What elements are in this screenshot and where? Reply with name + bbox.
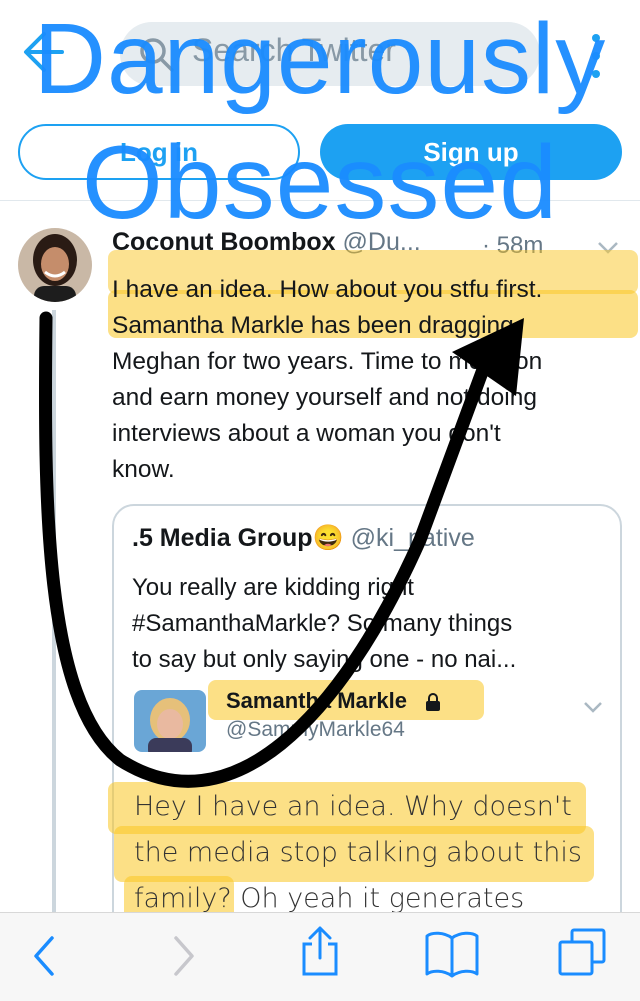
browser-back-icon[interactable] — [30, 934, 58, 978]
overlay-title-line2: Obsessed — [81, 125, 559, 241]
share-icon[interactable] — [298, 924, 342, 978]
browser-forward-icon[interactable] — [170, 934, 198, 978]
tabs-icon[interactable] — [556, 926, 608, 978]
overlay-title-line1: Dangerously — [33, 3, 607, 115]
bookmarks-icon[interactable] — [424, 930, 480, 978]
